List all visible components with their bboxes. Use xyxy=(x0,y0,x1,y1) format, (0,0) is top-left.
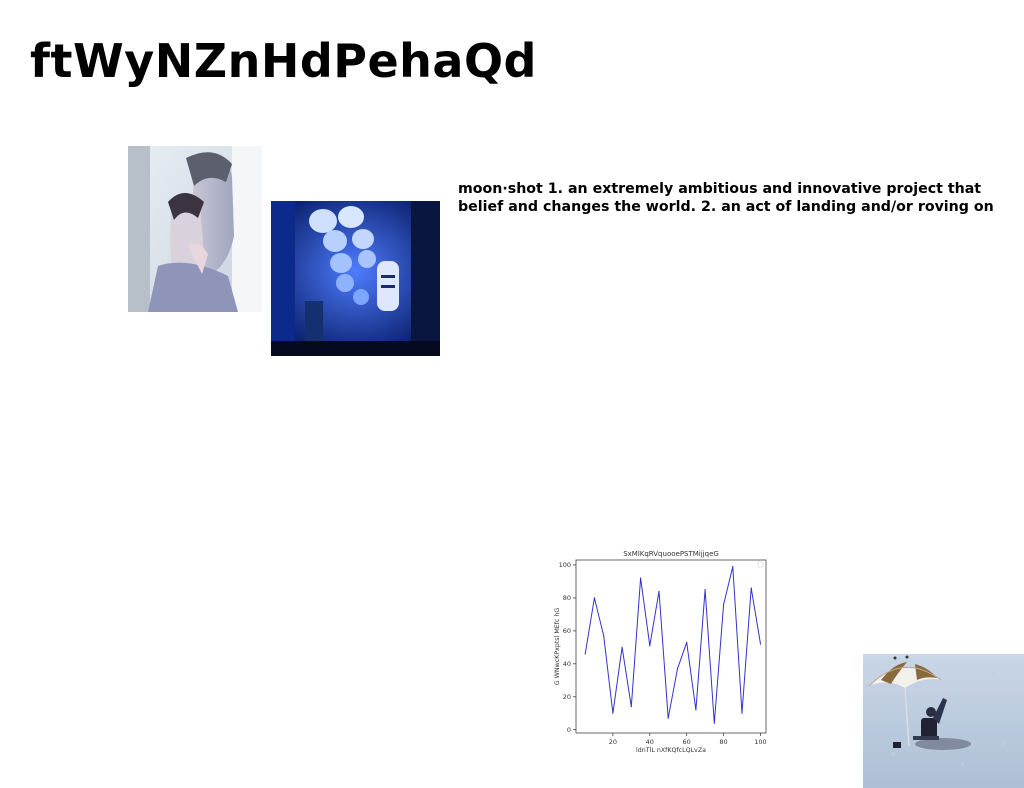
data-point xyxy=(603,635,605,637)
definition-text: moon·shot 1. an extremely ambitious and … xyxy=(458,180,1018,216)
x-tick-label: 40 xyxy=(646,738,654,746)
x-tick-label: 100 xyxy=(754,738,766,746)
data-point xyxy=(732,565,734,568)
data-point xyxy=(658,590,660,592)
data-point xyxy=(695,709,697,711)
data-point xyxy=(750,587,752,589)
data-point xyxy=(676,668,679,670)
definition-line: moon·shot 1. an extremely ambitious and … xyxy=(458,181,982,197)
x-tick-label: 60 xyxy=(683,738,691,746)
x-axis-label: ldnTlL nXfKQfcLQLvZa xyxy=(636,747,706,754)
data-point xyxy=(584,653,586,655)
data-point xyxy=(759,643,762,645)
data-point xyxy=(612,712,614,714)
data-point xyxy=(593,597,596,599)
y-tick-label: 20 xyxy=(563,693,571,701)
legend-box xyxy=(757,561,764,568)
y-tick-label: 100 xyxy=(559,561,571,569)
data-point xyxy=(722,603,725,606)
line-chart: 20 40 60 80 100 0 20 40 60 80 100 SxMlKqRVquooePSTM… xyxy=(546,546,772,756)
x-tick-label: 80 xyxy=(719,738,727,746)
y-tick-label: 0 xyxy=(567,726,571,734)
data-point xyxy=(649,645,651,647)
chart-title: SxMlKqRVquooePSTMijjqeG xyxy=(623,550,719,558)
data-point xyxy=(630,706,632,708)
y-tick-label: 80 xyxy=(563,594,571,602)
y-axis-label: G WNwcKPxptsl MEfc hG xyxy=(554,608,561,686)
data-point xyxy=(713,722,715,724)
data-point xyxy=(667,717,669,719)
y-tick-label: 60 xyxy=(563,627,571,635)
data-point xyxy=(741,712,743,714)
definition-line: belief and changes the world. 2. an act … xyxy=(458,199,994,215)
page-title: ftWyNZnHdPehaQd xyxy=(30,34,537,88)
beach-umbrella-photo xyxy=(863,654,1024,788)
series-line xyxy=(584,566,761,724)
portrait-couple-photo xyxy=(128,146,262,312)
data-point xyxy=(639,577,642,579)
data-point xyxy=(686,641,688,643)
y-tick-label: 40 xyxy=(563,660,571,668)
blue-lanterns-photo xyxy=(271,201,440,356)
data-point xyxy=(621,646,623,648)
x-tick-label: 20 xyxy=(609,738,617,746)
data-point xyxy=(704,589,706,591)
